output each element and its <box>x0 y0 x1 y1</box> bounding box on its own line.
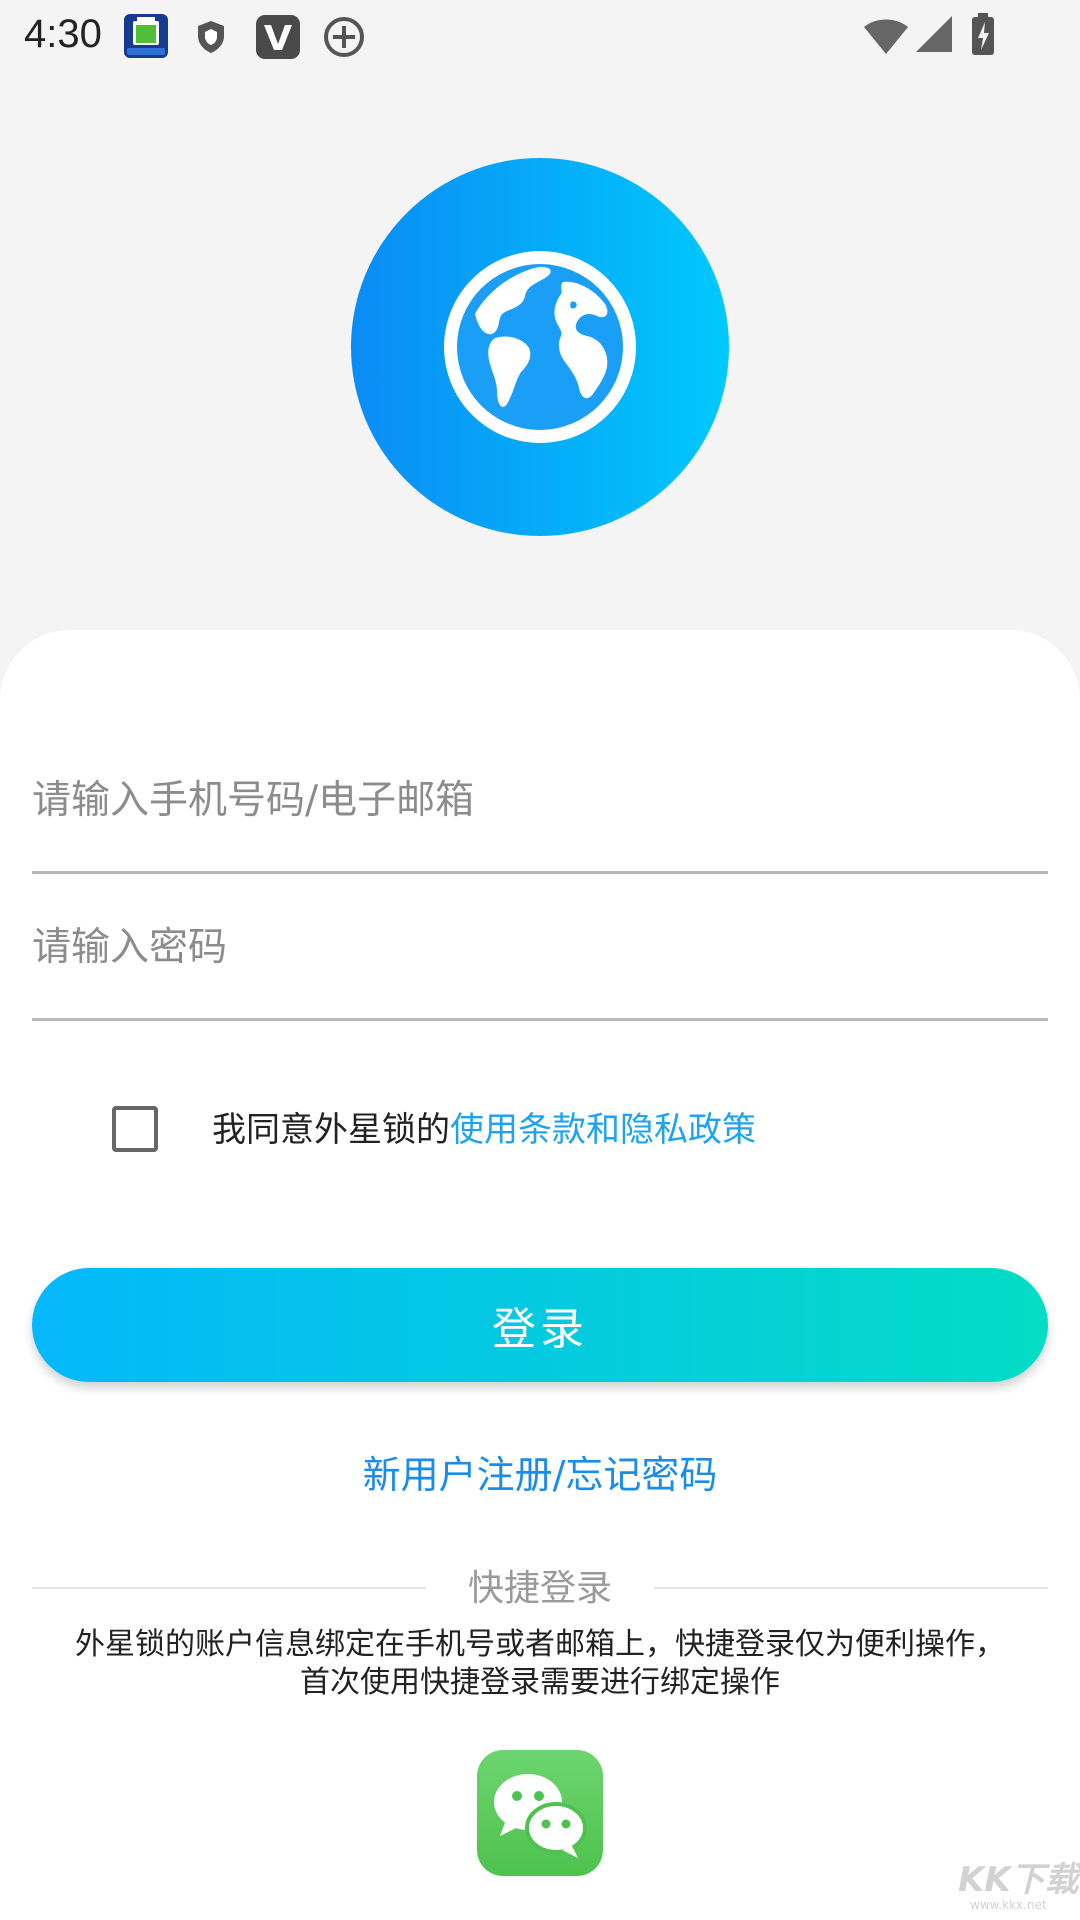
register-forgot-link-text[interactable]: 新用户注册/忘记密码 <box>363 1453 718 1497</box>
quick-login-note-line2: 首次使用快捷登录需要进行绑定操作 <box>300 1665 780 1700</box>
globe-icon <box>444 251 636 443</box>
shield-icon <box>198 21 224 53</box>
terms-privacy-link[interactable]: 使用条款和隐私政策 <box>450 1110 756 1150</box>
v-app-icon <box>256 15 300 59</box>
battery-app-icon <box>124 14 168 58</box>
signal-icon <box>916 16 952 52</box>
agreement-prefix: 我同意外星锁的 <box>212 1110 450 1150</box>
watermark-main: KK下载 <box>958 1860 1079 1900</box>
quick-login-note-line1: 外星锁的账户信息绑定在手机号或者邮箱上，快捷登录仅为便利操作， <box>75 1627 1005 1662</box>
quick-login-note: 外星锁的账户信息绑定在手机号或者邮箱上，快捷登录仅为便利操作， 首次使用快捷登录… <box>0 1626 1080 1702</box>
register-forgot-link: 新用户注册/忘记密码 <box>0 1448 1080 1502</box>
wechat-icon <box>494 1774 587 1858</box>
watermark-sub: www.kkx.net <box>970 1898 1047 1912</box>
agreement-text: 我同意外星锁的使用条款和隐私政策 <box>212 1106 756 1154</box>
status-time: 4:30 <box>24 12 102 56</box>
wechat-login-button[interactable] <box>477 1750 603 1876</box>
battery-charging-icon <box>972 13 994 55</box>
password-input[interactable] <box>32 907 1048 987</box>
app-logo <box>351 158 729 536</box>
watermark: KK下载 www.kkx.net <box>958 1860 1079 1916</box>
plus-circle-icon <box>324 17 364 57</box>
account-input[interactable] <box>32 760 1048 840</box>
login-button[interactable]: 登录 <box>32 1268 1048 1382</box>
quick-login-title: 快捷登录 <box>467 1568 612 1609</box>
account-underline <box>32 871 1048 874</box>
wifi-icon <box>864 19 908 54</box>
password-underline <box>32 1018 1048 1021</box>
agree-checkbox[interactable] <box>112 1106 158 1152</box>
status-bar: 4:30 <box>0 0 1080 72</box>
